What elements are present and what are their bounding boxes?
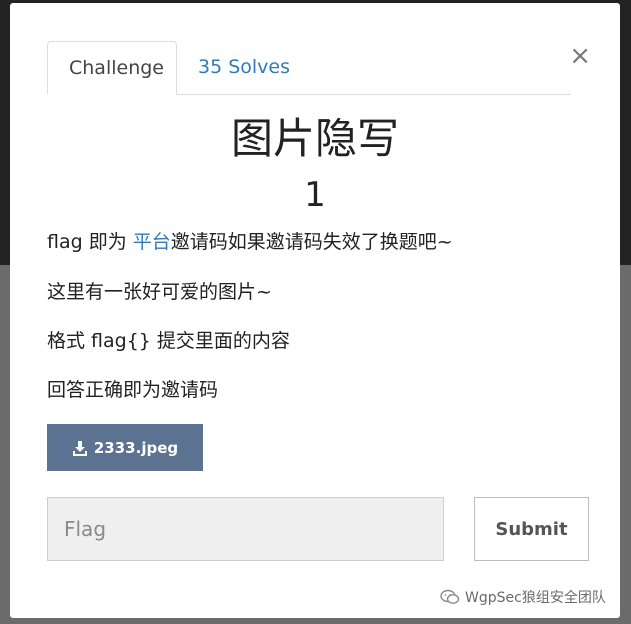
challenge-value: 1 bbox=[304, 175, 326, 215]
download-file-label: 2333.jpeg bbox=[93, 438, 179, 457]
description-line-2: 这里有一张好可爱的图片~ bbox=[47, 281, 272, 303]
download-icon bbox=[72, 440, 87, 456]
description-line-1-prefix: flag 即为 bbox=[47, 231, 133, 253]
flag-input[interactable] bbox=[47, 497, 444, 561]
tab-challenge[interactable]: Challenge bbox=[47, 41, 177, 95]
description-line-1-suffix: 邀请码如果邀请码失效了换题吧~ bbox=[170, 231, 453, 253]
tab-solves[interactable]: 35 Solves bbox=[177, 41, 311, 94]
wechat-icon bbox=[440, 589, 460, 604]
submit-button[interactable]: Submit bbox=[474, 497, 589, 561]
download-file-button[interactable]: 2333.jpeg bbox=[47, 424, 203, 471]
description-line-3: 格式 flag{} 提交里面的内容 bbox=[47, 330, 290, 352]
challenge-tabs: Challenge 35 Solves bbox=[47, 41, 571, 95]
watermark-text: WgpSec狼组安全团队 bbox=[465, 590, 606, 606]
challenge-modal: × Challenge 35 Solves 图片隐写 1 flag 即为 平台邀… bbox=[10, 3, 620, 618]
close-button[interactable]: × bbox=[569, 43, 591, 69]
watermark: WgpSec狼组安全团队 bbox=[440, 587, 606, 607]
description-line-4: 回答正确即为邀请码 bbox=[47, 379, 219, 401]
platform-link[interactable]: 平台 bbox=[133, 231, 171, 253]
challenge-title: 图片隐写 bbox=[230, 114, 399, 163]
description-line-1: flag 即为 平台邀请码如果邀请码失效了换题吧~ bbox=[47, 229, 453, 255]
